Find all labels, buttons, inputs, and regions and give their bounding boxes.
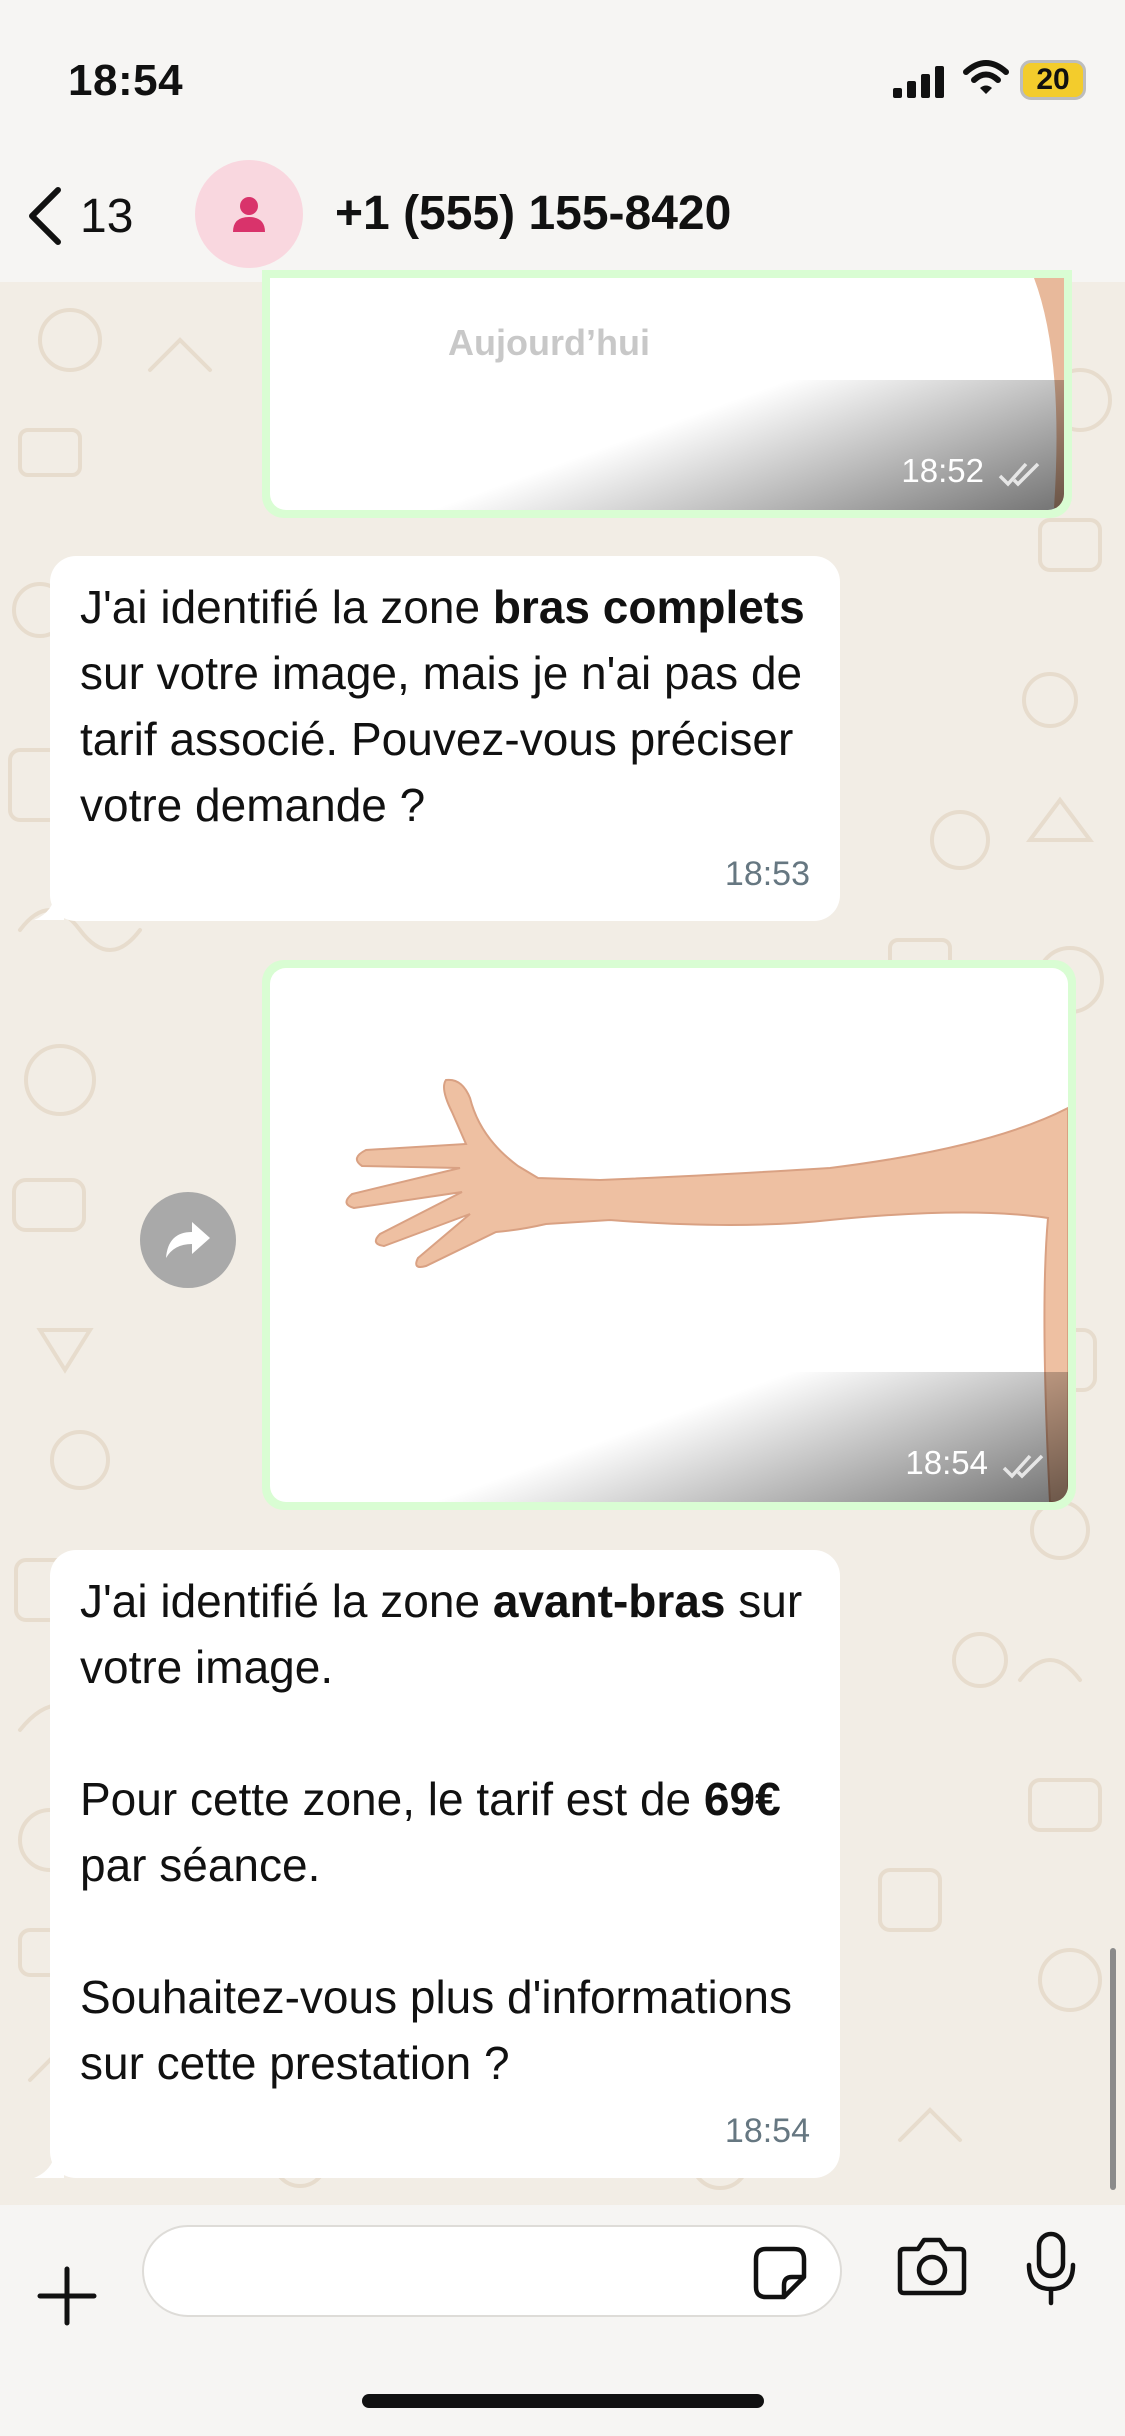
battery-indicator: 20 bbox=[1020, 60, 1086, 100]
home-indicator bbox=[362, 2394, 764, 2408]
message-text: J'ai identifié la zone bbox=[80, 581, 493, 633]
avatar[interactable] bbox=[195, 160, 303, 268]
double-check-icon bbox=[1002, 1454, 1044, 1479]
message-text-bold: bras complets bbox=[492, 581, 805, 633]
chevron-left-icon bbox=[29, 187, 61, 245]
message-paragraph: Pour cette zone, le tarif est de 69€ par… bbox=[80, 1766, 812, 1898]
message-text-bold: 69€ bbox=[703, 1773, 781, 1825]
chat-header: 13 +1 (555) 155-8420 bbox=[0, 150, 1125, 282]
unread-count: 13 bbox=[80, 189, 134, 243]
sticker-icon[interactable] bbox=[752, 2245, 808, 2301]
message-time: 18:54 bbox=[724, 2112, 810, 2150]
image-message[interactable]: 18:54 bbox=[262, 960, 1076, 1510]
image-shade bbox=[270, 1372, 1068, 1502]
message-text-field[interactable] bbox=[178, 2227, 738, 2315]
message-image[interactable]: 18:54 bbox=[270, 968, 1068, 1502]
plus-icon[interactable] bbox=[36, 2265, 98, 2327]
scrollbar[interactable] bbox=[1110, 1948, 1116, 2190]
message-text: Pour cette zone, le tarif est de bbox=[80, 1773, 704, 1825]
message-time: 18:52 bbox=[901, 452, 984, 489]
message-time: 18:53 bbox=[724, 855, 810, 893]
back-button[interactable]: 13 bbox=[22, 178, 133, 254]
forward-arrow-icon bbox=[166, 1222, 210, 1258]
person-icon bbox=[233, 197, 265, 232]
message-text: par séance. bbox=[80, 1839, 321, 1891]
image-shade bbox=[270, 380, 1064, 510]
status-bar: 18:54 20 bbox=[0, 0, 1125, 150]
message-text: sur votre image, mais je n'ai pas de tar… bbox=[80, 647, 803, 831]
incoming-message[interactable]: J'ai identifié la zone bras complets sur… bbox=[50, 556, 840, 921]
message-paragraph: J'ai identifié la zone avant-bras sur vo… bbox=[80, 1568, 812, 1700]
wifi-icon bbox=[963, 60, 1009, 94]
image-message[interactable]: 18:52 bbox=[262, 270, 1072, 518]
double-check-icon bbox=[998, 462, 1040, 487]
contact-name[interactable]: +1 (555) 155-8420 bbox=[335, 186, 731, 241]
message-paragraph: Souhaitez-vous plus d'informations sur c… bbox=[80, 1971, 792, 2089]
message-text: J'ai identifié la zone bbox=[80, 1575, 493, 1627]
microphone-icon[interactable] bbox=[1024, 2231, 1078, 2307]
message-time: 18:54 bbox=[905, 1444, 988, 1481]
camera-icon[interactable] bbox=[896, 2235, 968, 2297]
date-chip: Aujourd’hui bbox=[448, 322, 650, 363]
message-input[interactable] bbox=[142, 2225, 842, 2317]
forward-button[interactable] bbox=[140, 1192, 236, 1288]
status-time: 18:54 bbox=[68, 56, 184, 105]
signal-icon bbox=[893, 66, 944, 98]
incoming-message[interactable]: J'ai identifié la zone avant-bras sur vo… bbox=[50, 1550, 840, 2178]
message-text-bold: avant-bras bbox=[492, 1575, 726, 1627]
message-image[interactable]: 18:52 bbox=[270, 278, 1064, 510]
